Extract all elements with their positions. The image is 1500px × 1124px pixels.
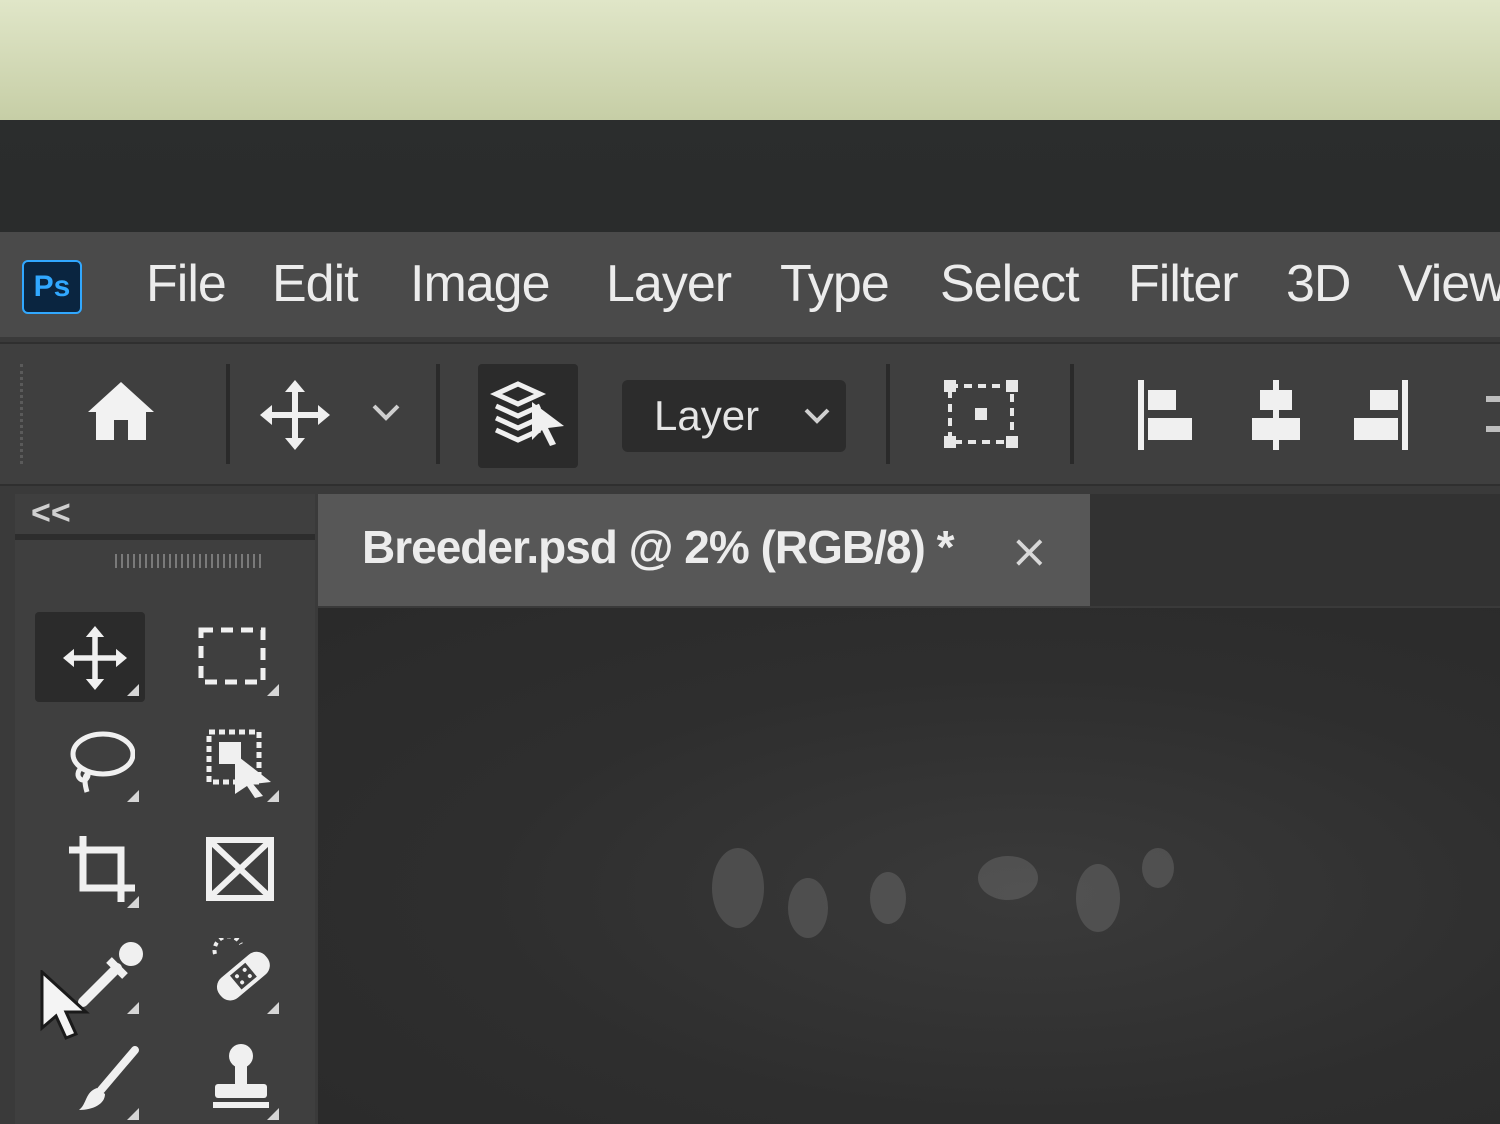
document-canvas[interactable] <box>318 608 1500 1124</box>
move-tool-icon <box>63 626 127 690</box>
mouse-pointer-icon <box>38 970 90 1042</box>
flyout-indicator <box>267 684 279 696</box>
frame-icon <box>205 836 275 902</box>
crop-tool[interactable] <box>35 824 145 914</box>
brush-tool[interactable] <box>35 1036 145 1124</box>
flyout-indicator <box>267 1108 279 1120</box>
move-icon[interactable] <box>260 380 330 450</box>
separator <box>886 364 890 464</box>
menu-image[interactable]: Image <box>410 254 551 314</box>
spot-healing-icon <box>205 938 279 1008</box>
separator <box>1070 364 1074 464</box>
flyout-indicator <box>127 1108 139 1120</box>
transform-controls-icon[interactable] <box>942 378 1020 450</box>
rectangular-marquee-icon <box>197 626 267 686</box>
separator <box>226 364 230 464</box>
chevron-down-icon[interactable] <box>370 402 402 422</box>
move-tool[interactable] <box>35 612 145 702</box>
chevron-down-icon <box>802 406 832 426</box>
panel-header-divider <box>15 534 315 540</box>
flyout-indicator <box>267 790 279 802</box>
flyout-indicator <box>127 790 139 802</box>
separator <box>436 364 440 464</box>
flyout-indicator <box>127 1002 139 1014</box>
flyout-indicator <box>127 896 139 908</box>
brush-icon <box>75 1044 145 1114</box>
close-icon[interactable]: × <box>1010 524 1049 578</box>
menu-select[interactable]: Select <box>940 254 1080 314</box>
lasso-tool[interactable] <box>35 718 145 808</box>
photoshop-logo[interactable]: Ps <box>22 260 82 314</box>
canvas-artwork <box>678 818 1198 1018</box>
menu-file[interactable]: File <box>146 254 227 314</box>
auto-select-toggle[interactable] <box>478 364 578 468</box>
document-tab-title: Breeder.psd @ 2% (RGB/8) * <box>362 521 954 573</box>
lasso-icon <box>65 728 135 798</box>
auto-select-target-value: Layer <box>654 392 760 439</box>
menu-3d[interactable]: 3D <box>1286 254 1351 314</box>
clone-stamp-icon <box>209 1042 273 1112</box>
options-bar-grip[interactable] <box>20 364 29 464</box>
menu-view[interactable]: View <box>1398 254 1500 314</box>
distribute-icon[interactable] <box>1486 380 1500 450</box>
align-center-icon[interactable] <box>1246 380 1306 450</box>
background-wall <box>0 0 1500 130</box>
flyout-indicator <box>267 1002 279 1014</box>
object-selection-icon <box>205 728 275 798</box>
menu-bar: Ps File Edit Image Layer Type Select Fil… <box>0 232 1500 337</box>
flyout-indicator <box>127 684 139 696</box>
auto-select-target-dropdown[interactable]: Layer <box>622 380 846 452</box>
rectangular-marquee-tool[interactable] <box>175 612 285 702</box>
menu-edit[interactable]: Edit <box>272 254 359 314</box>
collapse-panel-button[interactable]: << <box>31 494 71 533</box>
options-bar: Layer <box>0 342 1500 486</box>
menu-layer[interactable]: Layer <box>606 254 732 314</box>
tools-panel-grip[interactable] <box>115 554 265 568</box>
crop-icon <box>67 834 137 904</box>
document-tab[interactable]: Breeder.psd @ 2% (RGB/8) * × <box>318 494 1090 606</box>
frame-tool[interactable] <box>175 824 285 914</box>
home-icon[interactable] <box>84 378 158 442</box>
auto-select-layers-icon <box>490 380 566 452</box>
object-selection-tool[interactable] <box>175 718 285 808</box>
align-right-icon[interactable] <box>1350 380 1410 450</box>
menu-filter[interactable]: Filter <box>1128 254 1239 314</box>
menu-type[interactable]: Type <box>780 254 890 314</box>
align-left-icon[interactable] <box>1136 380 1196 450</box>
photoshop-window: Ps File Edit Image Layer Type Select Fil… <box>0 232 1500 1124</box>
clone-stamp-tool[interactable] <box>175 1036 285 1124</box>
spot-healing-tool[interactable] <box>175 930 285 1020</box>
